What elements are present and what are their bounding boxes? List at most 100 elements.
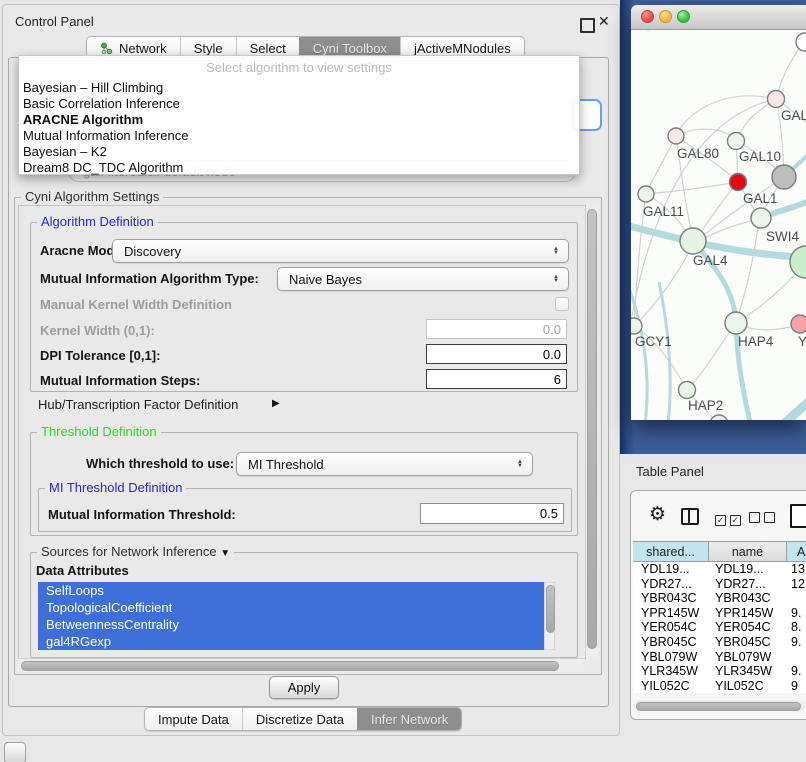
network-edge[interactable] <box>646 182 738 194</box>
close-window-icon[interactable] <box>641 10 654 23</box>
network-node[interactable] <box>772 165 796 189</box>
table-row[interactable]: YER054CYER054C8. <box>633 620 806 635</box>
data-attribute-item[interactable]: gal4RGexp <box>38 633 544 650</box>
network-tab-icon <box>100 42 113 55</box>
network-graph[interactable]: GALGAL80GAL10GAL1GAL11SWI4GAL4GCY1HAP4YH… <box>631 30 806 420</box>
table-cell: YER054C <box>709 620 787 635</box>
which-threshold-select[interactable]: MI Threshold ▲▼ <box>236 452 533 476</box>
settings-horizontal-scrollbar[interactable] <box>18 658 584 672</box>
column-header-shared-name[interactable]: shared... <box>633 541 709 562</box>
table-cell: YPR145W <box>633 606 709 621</box>
network-node-gcy1[interactable] <box>631 318 642 334</box>
close-panel-icon[interactable]: ✕ <box>598 13 610 30</box>
network-node-swi4[interactable] <box>751 208 771 228</box>
network-node-y[interactable] <box>791 315 806 333</box>
data-attributes-list[interactable]: SelfLoopsTopologicalCoefficientBetweenne… <box>38 582 544 650</box>
table-cell: YIL052C <box>633 679 709 694</box>
sources-collapse-icon[interactable]: ▼ <box>220 548 230 559</box>
table-cell: YPR145W <box>709 606 787 621</box>
tab-label: jActiveMNodules <box>414 41 511 56</box>
network-edge[interactable] <box>646 136 676 194</box>
algorithm-option[interactable]: ARACNE Algorithm <box>19 112 579 128</box>
table-row[interactable]: YDL19...YDL19...13 <box>633 562 806 577</box>
settings-hscroll-thumb[interactable] <box>21 661 559 671</box>
network-node-gal10[interactable] <box>728 133 745 150</box>
table-body: YDL19...YDL19...13YDR27...YDR27...12YBR0… <box>633 562 806 693</box>
algorithm-option[interactable]: Bayesian – K2 <box>19 144 579 160</box>
which-threshold-value: MI Threshold <box>237 457 512 472</box>
table-row[interactable]: YBR043CYBR043C <box>633 591 806 606</box>
data-attribute-item[interactable]: TopologicalCoefficient <box>38 599 544 616</box>
table-settings-gear-icon[interactable]: ⚙ <box>649 503 666 526</box>
column-header-name[interactable]: name <box>709 541 787 562</box>
table-row[interactable]: YIL052CYIL052C9 <box>633 679 806 694</box>
kernel-width-field[interactable] <box>426 319 567 339</box>
network-node-label: SWI4 <box>766 229 799 244</box>
float-window-icon[interactable] <box>580 18 595 33</box>
network-edge[interactable] <box>759 398 806 420</box>
network-view-window: GALGAL80GAL10GAL1GAL11SWI4GAL4GCY1HAP4YH… <box>631 5 806 420</box>
tab-discretize-data[interactable]: Discretize Data <box>242 708 357 730</box>
table-row[interactable]: YPR145WYPR145W9. <box>633 606 806 621</box>
tab-impute-data[interactable]: Impute Data <box>145 708 242 730</box>
network-node-label: Y <box>798 334 806 349</box>
network-node-gal[interactable] <box>768 91 785 108</box>
column-layout-icon[interactable] <box>681 508 699 525</box>
hub-expand-icon[interactable]: ▶ <box>272 398 280 409</box>
settings-vertical-scrollbar[interactable] <box>585 207 598 657</box>
attributes-scroll-thumb[interactable] <box>546 585 555 633</box>
network-node[interactable] <box>790 246 806 278</box>
network-node-gal4[interactable] <box>680 228 706 254</box>
panel-grip-button[interactable] <box>4 742 26 762</box>
data-attribute-item[interactable]: BetweennessCentrality <box>38 616 544 633</box>
table-horizontal-scrollbar[interactable] <box>634 700 805 711</box>
network-node-hap2[interactable] <box>679 382 696 399</box>
table-hscroll-thumb[interactable] <box>636 702 801 711</box>
algorithm-option[interactable]: Mutual Information Inference <box>19 128 579 144</box>
network-edge[interactable] <box>736 219 759 323</box>
mi-algorithm-type-select[interactable]: Naive Bayes ▲▼ <box>277 267 569 291</box>
table-cell: 9. <box>787 664 806 679</box>
settings-vscroll-thumb[interactable] <box>587 209 597 649</box>
combo-arrows-icon: ▲▼ <box>548 247 568 256</box>
tab-infer-network[interactable]: Infer Network <box>357 708 461 730</box>
network-node[interactable] <box>710 415 728 420</box>
algorithm-option[interactable]: Dream8 DC_TDC Algorithm <box>19 160 579 176</box>
network-node-label: GAL80 <box>677 146 719 161</box>
table-row[interactable]: YBR045CYBR045C9. <box>633 635 806 650</box>
manual-kernel-checkbox[interactable] <box>555 297 569 311</box>
network-node-gal80[interactable] <box>668 128 684 144</box>
algorithm-option[interactable]: Basic Correlation Inference <box>19 96 579 112</box>
tab-label: Infer Network <box>371 712 448 727</box>
export-table-icon[interactable] <box>790 504 806 528</box>
network-node-gal11[interactable] <box>638 186 654 202</box>
zoom-window-icon[interactable] <box>677 10 690 23</box>
attributes-scrollbar[interactable] <box>544 582 555 650</box>
table-row[interactable]: YDR27...YDR27...12 <box>633 577 806 592</box>
column-header-partial[interactable]: A <box>787 541 806 562</box>
mi-threshold-field[interactable] <box>420 503 564 524</box>
network-node-gal1[interactable] <box>730 174 747 191</box>
network-window-titlebar[interactable] <box>631 5 806 30</box>
aracne-mode-select[interactable]: Discovery ▲▼ <box>112 239 569 263</box>
apply-button[interactable]: Apply <box>269 676 339 699</box>
threshold-definition-title: Threshold Definition <box>37 424 161 439</box>
select-all-columns-icon[interactable]: ✓ ✓ <box>715 511 741 526</box>
network-node-label: GAL4 <box>693 253 728 268</box>
mi-steps-field[interactable] <box>426 369 567 389</box>
table-cell: YBL079W <box>709 650 787 665</box>
table-cell: YLR345W <box>709 664 787 679</box>
network-node-hap4[interactable] <box>725 312 747 334</box>
network-canvas[interactable]: GALGAL80GAL10GAL1GAL11SWI4GAL4GCY1HAP4YH… <box>631 30 806 420</box>
network-node[interactable] <box>796 33 806 51</box>
table-panel-window: ⚙ ✓ ✓ shared... name A YDL19...YDL19...1… <box>630 490 806 720</box>
table-cell: YDR27... <box>633 577 709 592</box>
table-row[interactable]: YLR345WYLR345W9. <box>633 664 806 679</box>
deselect-all-columns-icon[interactable] <box>749 511 775 526</box>
table-row[interactable]: YBL079WYBL079W <box>633 650 806 665</box>
dpi-tolerance-field[interactable] <box>426 344 567 364</box>
minimize-window-icon[interactable] <box>659 10 672 23</box>
algorithm-option[interactable]: Bayesian – Hill Climbing <box>19 80 579 96</box>
network-edge[interactable] <box>687 323 736 390</box>
data-attribute-item[interactable]: SelfLoops <box>38 582 544 599</box>
